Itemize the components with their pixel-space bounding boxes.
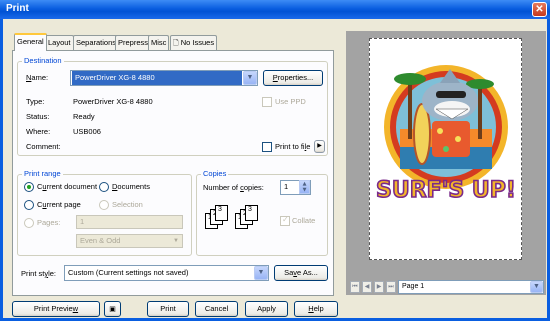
where-value: USB006 [73, 127, 101, 136]
even-odd-select[interactable]: Even & Odd ▼ [76, 234, 183, 248]
chevron-down-icon[interactable]: ▼ [243, 71, 257, 85]
copies-spinner[interactable]: ▲ ▼ [299, 180, 310, 194]
page-select[interactable]: Page 1 ▼ [398, 280, 544, 294]
copy-page-icon: 3 [215, 205, 228, 221]
tab-label: Layout [48, 38, 71, 47]
print-style-label: Print style: [21, 269, 57, 278]
help-button[interactable]: Help [294, 301, 338, 317]
tab-label: General [17, 37, 44, 46]
use-ppd-label: Use PPD [275, 97, 306, 106]
print-settings-icon: ▣ [109, 305, 116, 313]
save-as-button[interactable]: Save As... [274, 265, 328, 281]
destination-group-title: Destination [22, 56, 64, 65]
selection-radio[interactable] [99, 200, 109, 210]
print-to-file-label: Print to file [275, 142, 311, 151]
preview-page: SURF'S UP! [369, 38, 522, 260]
current-page-label: Current page [37, 200, 81, 209]
even-odd-value: Even & Odd [80, 236, 121, 245]
current-page-radio[interactable] [24, 200, 34, 210]
window-title: Print [6, 3, 29, 14]
printer-name-value: PowerDriver XG-8 4880 [72, 71, 242, 85]
tab-general[interactable]: General [14, 33, 47, 51]
documents-radio[interactable] [99, 182, 109, 192]
documents-label: Documents [112, 182, 150, 191]
status-label: Status: [26, 112, 50, 121]
prev-page-button[interactable]: ◀ [362, 281, 372, 293]
pages-label: Pages: [37, 218, 61, 227]
type-label: Type: [26, 97, 45, 106]
artwork-text: SURF'S UP! [376, 178, 516, 203]
spin-down-icon: ▼ [302, 187, 307, 193]
last-page-icon: ⏭ [388, 283, 394, 290]
tab-misc[interactable]: Misc [148, 35, 170, 50]
print-preview-button[interactable]: Print Preview [12, 301, 100, 317]
tab-label: Prepress [118, 38, 149, 47]
selection-label: Selection [112, 200, 143, 209]
print-style-select[interactable]: Custom (Current settings not saved) ▼ [64, 265, 269, 281]
collate-label: Collate [292, 216, 316, 225]
arrow-right-icon: ▶ [317, 143, 322, 149]
printer-name-select[interactable]: PowerDriver XG-8 4880 ▼ [70, 70, 258, 86]
no-issues-icon: 🗋 [173, 39, 179, 47]
tab-no-issues[interactable]: 🗋 No Issues [170, 35, 218, 50]
print-to-file-checkbox[interactable] [262, 142, 272, 152]
tab-layout[interactable]: Layout [45, 35, 74, 50]
copy-page-icon: 3 [245, 205, 258, 221]
copies-label: Number of copies: [203, 183, 264, 192]
current-document-label: Current document [37, 182, 98, 191]
last-page-button[interactable]: ⏭ [386, 281, 396, 293]
type-value: PowerDriver XG-8 4880 [73, 97, 153, 106]
chevron-down-icon[interactable]: ▼ [530, 281, 543, 293]
print-button[interactable]: Print [147, 301, 189, 317]
first-page-button[interactable]: ⏮ [350, 281, 360, 293]
collate-checkbox[interactable] [280, 215, 290, 226]
tab-prepress[interactable]: Prepress [115, 35, 152, 50]
tab-label: Separations [76, 38, 117, 47]
title-bar: Print [0, 0, 550, 19]
prev-page-icon: ◀ [364, 283, 370, 290]
name-label: Name: [26, 73, 49, 82]
apply-button[interactable]: Apply [245, 301, 288, 317]
properties-button[interactable]: Properties... [263, 70, 323, 86]
close-button[interactable]: ✕ [532, 2, 547, 17]
close-icon: ✕ [535, 4, 544, 15]
pages-radio[interactable] [24, 218, 34, 228]
use-ppd-checkbox[interactable] [262, 97, 272, 107]
status-value: Ready [73, 112, 95, 121]
next-page-icon: ▶ [376, 283, 382, 290]
pages-input[interactable]: 1 [76, 215, 183, 229]
chevron-down-icon: ▼ [173, 238, 179, 244]
next-page-button[interactable]: ▶ [374, 281, 384, 293]
copies-group-title: Copies [201, 169, 229, 178]
tab-label: No Issues [180, 38, 215, 47]
preview-options-button[interactable]: ▣ [104, 301, 121, 317]
current-document-radio[interactable] [24, 182, 34, 192]
tab-separations[interactable]: Separations [73, 35, 120, 50]
chevron-down-icon[interactable]: ▼ [254, 266, 268, 280]
tab-label: Misc [151, 38, 167, 47]
comment-label: Comment: [26, 142, 61, 151]
copies-value: 1 [284, 182, 289, 191]
cancel-button[interactable]: Cancel [195, 301, 238, 317]
expand-arrow-button[interactable]: ▶ [314, 140, 325, 153]
surfs-up-artwork: SURF'S UP! [375, 65, 517, 204]
print-style-value: Custom (Current settings not saved) [68, 268, 189, 277]
page-select-value: Page 1 [402, 283, 425, 290]
print-range-group-title: Print range [22, 169, 63, 178]
first-page-icon: ⏮ [352, 283, 358, 290]
where-label: Where: [26, 127, 51, 136]
